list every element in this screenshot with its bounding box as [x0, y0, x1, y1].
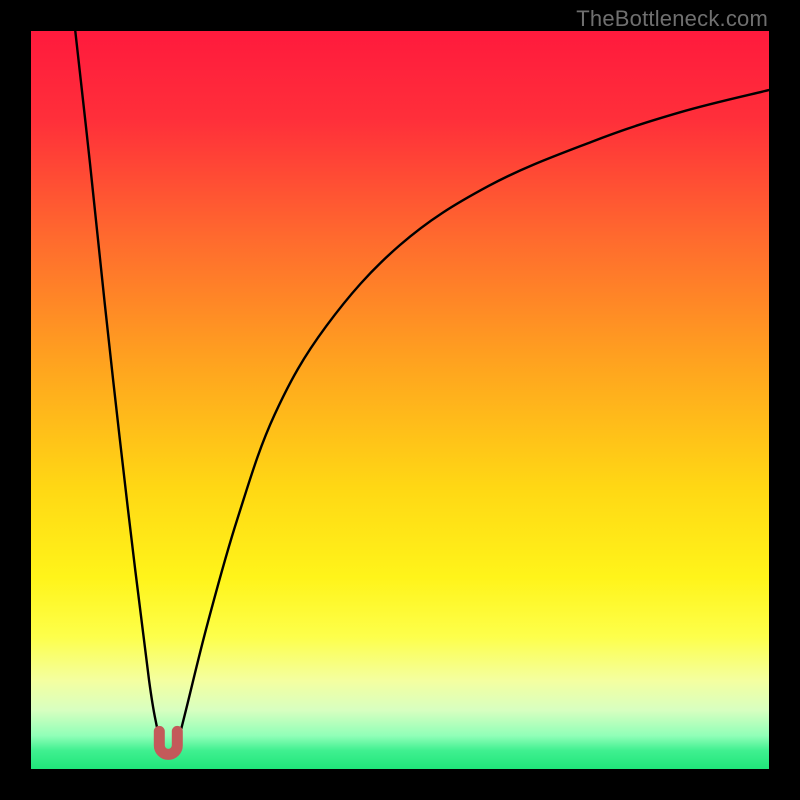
curve-right-branch	[175, 90, 769, 754]
watermark-label: TheBottleneck.com	[576, 6, 768, 32]
plot-area	[31, 31, 769, 769]
curve-left-branch	[75, 31, 164, 754]
chart-frame: TheBottleneck.com	[0, 0, 800, 800]
bottleneck-curve	[31, 31, 769, 769]
optimum-marker	[159, 731, 177, 754]
